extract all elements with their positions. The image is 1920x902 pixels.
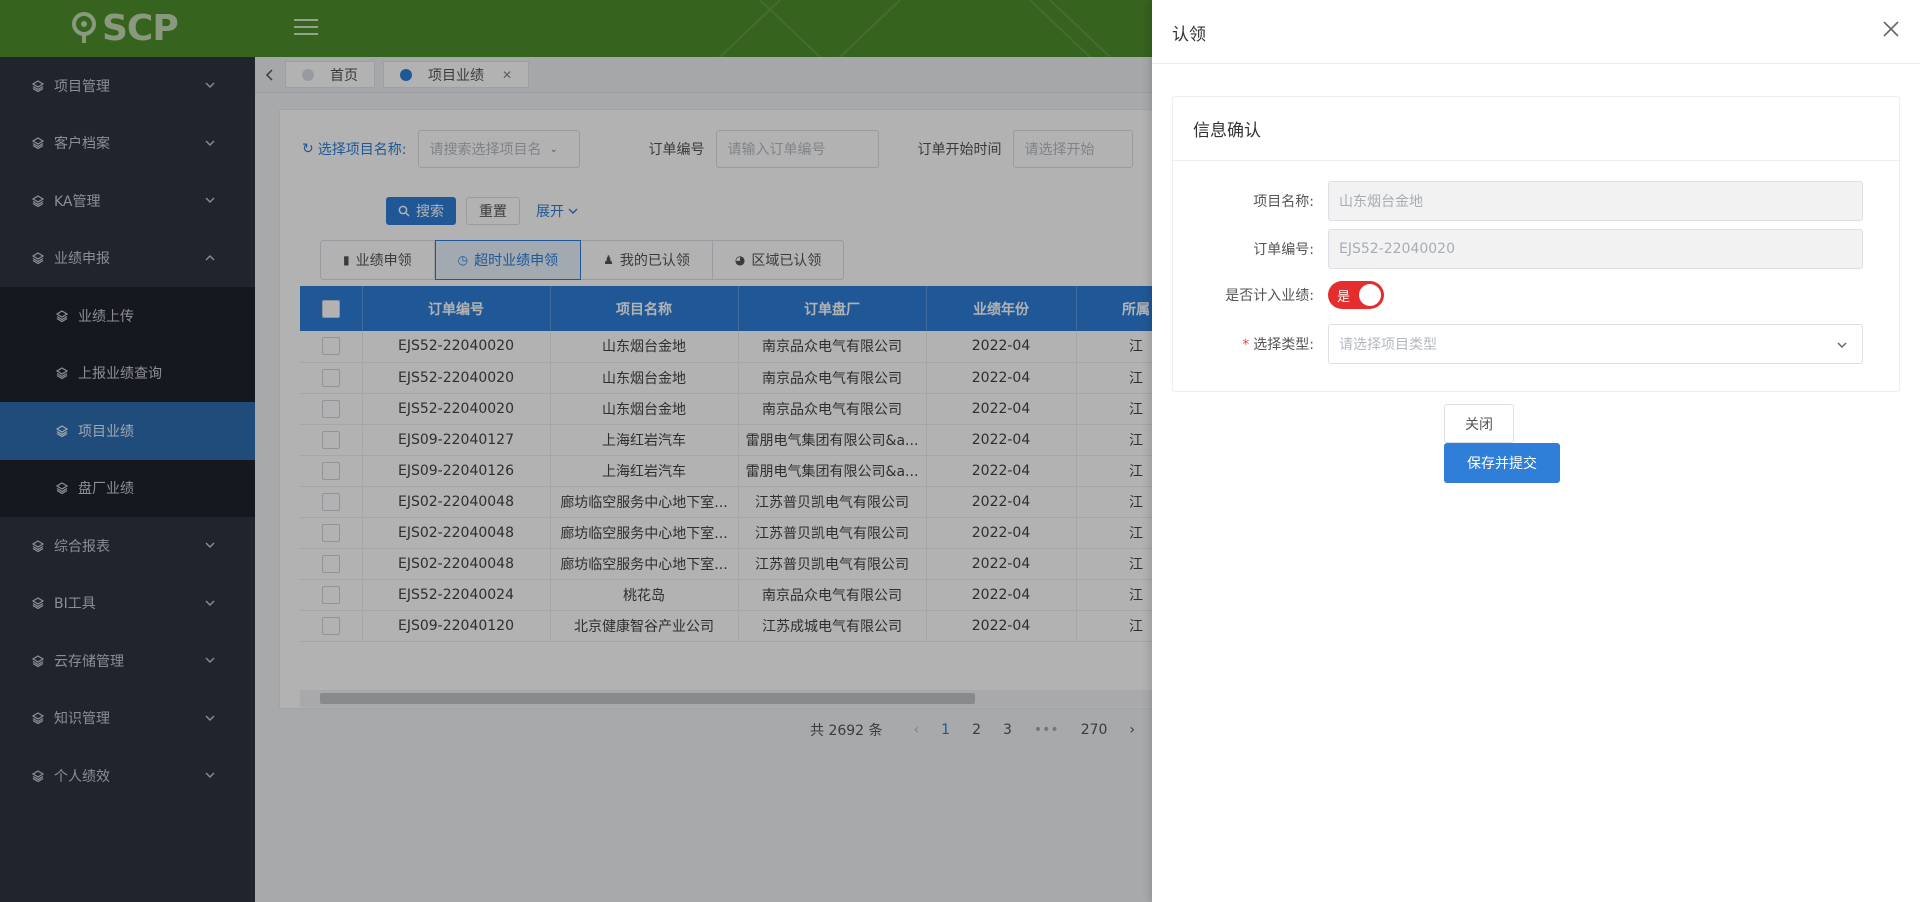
switch-knob	[1359, 284, 1381, 306]
close-icon[interactable]	[1882, 20, 1900, 38]
switch-text: 是	[1337, 290, 1351, 305]
claim-drawer: 认领 信息确认 项目名称: 山东烟台金地 订单编号: EJS52-2204002…	[1152, 0, 1920, 902]
project-name-field: 山东烟台金地	[1328, 181, 1863, 221]
close-button-label: 关闭	[1465, 416, 1493, 433]
project-type-placeholder: 请选择项目类型	[1339, 337, 1437, 353]
count-in-performance-label: 是否计入业绩:	[1225, 288, 1314, 304]
select-type-label: * 选择类型:	[1173, 334, 1328, 354]
form-row-order: 订单编号: EJS52-22040020	[1173, 229, 1901, 269]
close-button[interactable]: 关闭	[1444, 404, 1514, 443]
project-name-value: 山东烟台金地	[1339, 194, 1423, 210]
project-type-select[interactable]: 请选择项目类型	[1328, 324, 1863, 364]
order-number-label: 订单编号:	[1253, 242, 1314, 258]
select-type-label-text: 选择类型:	[1253, 337, 1314, 353]
count-in-performance-switch[interactable]: 是	[1328, 281, 1384, 309]
drawer-header: 认领	[1152, 0, 1920, 64]
required-marker: *	[1242, 337, 1250, 353]
order-number-value: EJS52-22040020	[1339, 241, 1455, 257]
project-name-label: 项目名称:	[1253, 194, 1314, 210]
drawer-title: 认领	[1172, 25, 1206, 45]
submit-button-label: 保存并提交	[1467, 456, 1537, 472]
form-row-project: 项目名称: 山东烟台金地	[1173, 181, 1901, 221]
chevron-down-icon	[1837, 342, 1847, 349]
save-and-submit-button[interactable]: 保存并提交	[1444, 443, 1560, 483]
info-confirm-card: 信息确认 项目名称: 山东烟台金地 订单编号: EJS52-22040020 是…	[1172, 96, 1900, 392]
form-row-count: 是否计入业绩: 是	[1173, 281, 1901, 309]
order-number-field: EJS52-22040020	[1328, 229, 1863, 269]
form-row-type: * 选择类型: 请选择项目类型	[1173, 324, 1901, 364]
card-title: 信息确认	[1173, 97, 1899, 161]
